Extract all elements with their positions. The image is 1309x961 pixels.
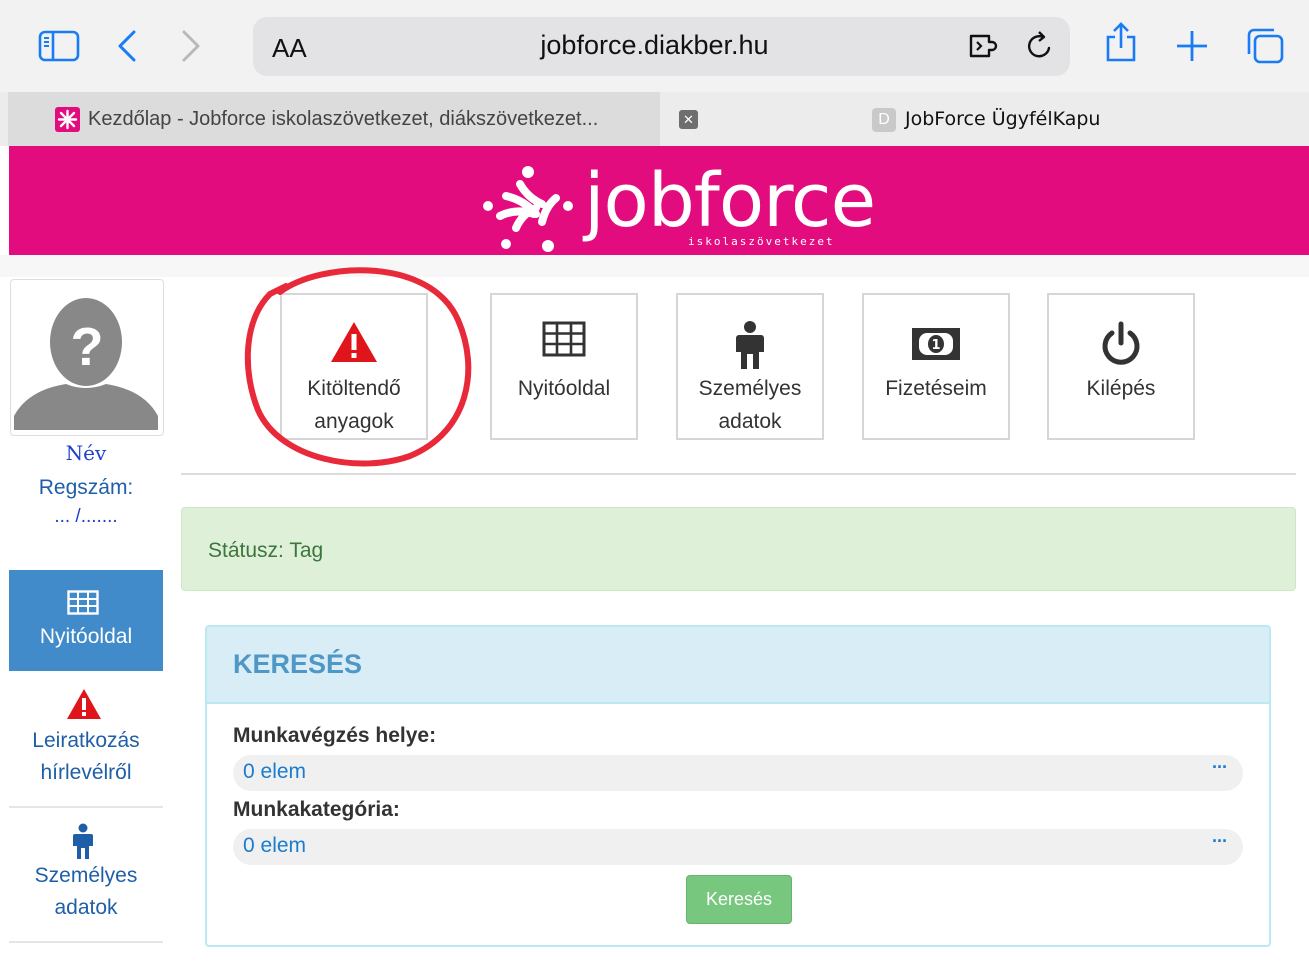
search-panel-header: KERESÉS [207, 627, 1269, 704]
sidebar-item-label-2: hírlevélről [40, 761, 132, 784]
jobforce-favicon-icon [55, 107, 80, 132]
tile-label: Nyitóoldal [517, 377, 611, 400]
svg-text:1: 1 [931, 338, 940, 353]
share-icon[interactable] [1103, 22, 1139, 62]
person-icon [678, 321, 822, 369]
reload-icon[interactable] [1025, 30, 1055, 67]
new-tab-icon[interactable] [1174, 28, 1210, 64]
reg-number-value: ... /....... [54, 506, 118, 527]
work-category-label: Munkakategória: [233, 798, 400, 821]
tile-nyitooldal[interactable]: Nyitóoldal [490, 293, 638, 440]
power-icon [1049, 321, 1193, 365]
status-alert: Státusz: Tag [181, 507, 1296, 591]
tile-fizeteseim[interactable]: 1 Fizetéseim [862, 293, 1010, 440]
more-icon[interactable]: ··· [1212, 831, 1228, 852]
more-icon[interactable]: ··· [1212, 757, 1228, 778]
close-tab-icon[interactable]: ✕ [679, 110, 698, 129]
sidebar-item-label: Személyes [34, 864, 138, 887]
reader-icon[interactable] [968, 30, 1004, 67]
sidebar-item-leiratkozas[interactable]: Leiratkozás hírlevélről [9, 680, 163, 808]
tile-szemelyes-adatok[interactable]: Személyes adatok [676, 293, 824, 440]
brand-tagline: iskolaszövetkezet [688, 235, 835, 248]
search-panel-title: KERESÉS [233, 649, 363, 679]
work-category-value: 0 elem [243, 834, 307, 857]
tab-title-ugyfelkapu[interactable]: JobForce ÜgyfélKapu [905, 108, 1100, 130]
tile-label: Személyes adatok [698, 377, 802, 433]
avatar-placeholder: ? [70, 317, 104, 377]
content-top-gap [0, 255, 1309, 277]
sidebar-item-nyitooldal[interactable]: Nyitóoldal [9, 570, 163, 671]
highlight-annotation-circle [244, 267, 472, 467]
sidebar-item-label-2: adatok [54, 896, 118, 919]
sidebar-item-szemelyes-adatok[interactable]: Személyes adatok [9, 808, 163, 943]
tabs-overview-icon[interactable] [1245, 28, 1285, 64]
work-category-select[interactable]: 0 elem ··· [233, 829, 1243, 865]
tile-kilepes[interactable]: Kilépés [1047, 293, 1195, 440]
search-panel: KERESÉS Munkavégzés helye: 0 elem ··· Mu… [205, 625, 1271, 947]
status-text: Státusz: Tag [208, 539, 324, 562]
reg-number-label: Regszám: [38, 476, 134, 499]
work-location-select[interactable]: 0 elem ··· [233, 755, 1243, 791]
sidebar-item-label: Leiratkozás [32, 729, 140, 752]
brand-name: jobforce [584, 158, 876, 244]
tile-label: Fizetéseim [885, 377, 987, 400]
tab-title-kezdolap[interactable]: Kezdőlap - Jobforce iskolaszövetkezet, d… [88, 108, 598, 131]
search-button[interactable]: Keresés [686, 875, 792, 924]
table-icon [492, 321, 636, 365]
work-location-label: Munkavégzés helye: [233, 724, 437, 747]
table-icon [67, 590, 99, 620]
divider [181, 473, 1296, 475]
money-icon: 1 [864, 321, 1008, 365]
avatar: ? [10, 279, 164, 436]
work-location-value: 0 elem [243, 760, 307, 783]
tile-label: Kilépés [1086, 377, 1156, 400]
warning-icon [66, 688, 102, 730]
sidebar-item-label: Nyitóoldal [39, 625, 133, 648]
tab-favicon-d: D [872, 108, 896, 132]
jobforce-logo-icon[interactable] [480, 162, 576, 263]
user-name-label: Név [65, 441, 107, 465]
